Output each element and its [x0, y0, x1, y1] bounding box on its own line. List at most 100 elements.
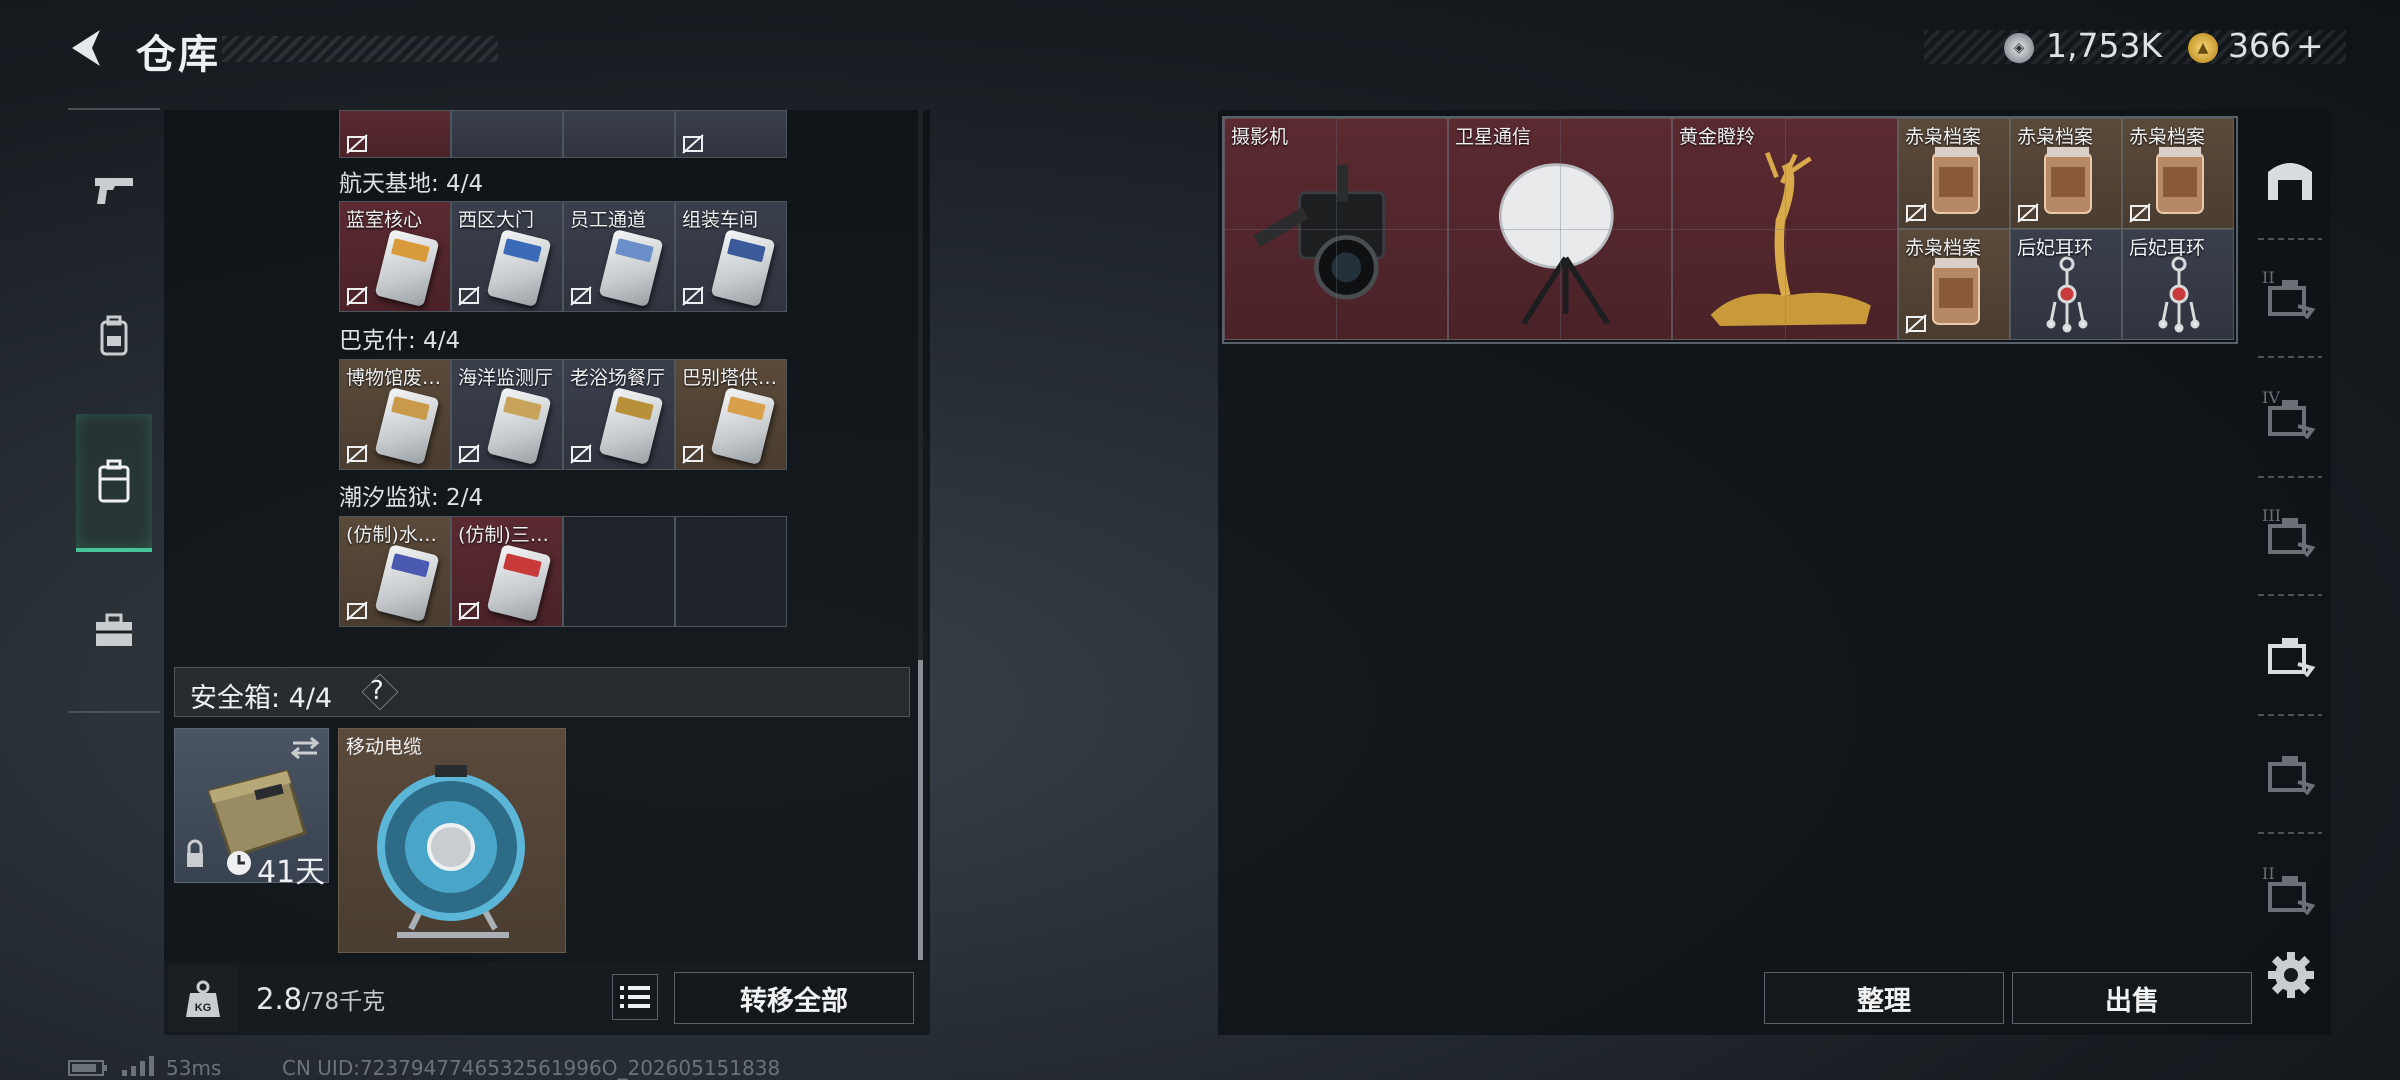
keycard-icon [598, 386, 664, 466]
keycard-slot[interactable]: 员工通道 [563, 201, 675, 312]
keycard-slot[interactable] [339, 110, 451, 158]
keycard-label: 老浴场餐厅 [570, 367, 666, 389]
user-uid: CN UID:7237947746532561996O_202605151838 [282, 1056, 781, 1080]
keycard-slot[interactable]: 博物馆废… [339, 359, 451, 470]
keycard-slot[interactable]: (仿制)三… [451, 516, 563, 627]
signal-icon [122, 1056, 154, 1076]
empty-slot[interactable] [563, 516, 675, 627]
capacity-weight: 2.8/78千克 [256, 982, 385, 1016]
tab-separator [2258, 356, 2322, 358]
keycard-slot[interactable]: 蓝室核心 [339, 201, 451, 312]
storage-item[interactable]: 赤枭档案 [2122, 118, 2234, 229]
keycard-slot[interactable] [563, 110, 675, 158]
item-label: 后妃耳环 [2129, 237, 2206, 259]
toolbox-icon [96, 613, 132, 646]
storage-item[interactable]: 赤枭档案 [2010, 118, 2122, 229]
no-trade-icon [458, 601, 480, 621]
storage-active-icon [2268, 638, 2316, 678]
no-trade-icon [458, 286, 480, 306]
storage-tab-3[interactable]: IV [2252, 378, 2328, 454]
weight-icon-text: KG [195, 1002, 212, 1014]
keycard-icon [486, 228, 552, 308]
back-arrow-icon[interactable] [62, 24, 110, 72]
nav-toolbox[interactable] [76, 584, 152, 676]
safe-case-icon [98, 459, 130, 503]
no-trade-icon [346, 601, 368, 621]
page-title: 仓库 [136, 32, 220, 78]
storage-item[interactable]: 卫星通信 [1448, 118, 1672, 340]
storage-tab-1[interactable] [2252, 140, 2328, 216]
keycard-label: (仿制)水… [346, 524, 437, 546]
backpack-icon [100, 315, 128, 356]
item-label: 赤枭档案 [2129, 126, 2206, 148]
no-trade-icon [1905, 203, 1927, 223]
keycard-slot[interactable]: 组装车间 [675, 201, 787, 312]
keycard-label: 组装车间 [682, 209, 759, 231]
keycard-slot[interactable]: 巴别塔供… [675, 359, 787, 470]
nav-safe-case[interactable] [76, 414, 152, 552]
settings-gear-icon[interactable] [2264, 948, 2318, 1002]
tab-separator [2258, 594, 2322, 596]
weight-icon: KG [168, 966, 238, 1032]
storage-item[interactable]: 黄金瞪羚 [1672, 118, 1898, 340]
help-button[interactable]: ? [370, 676, 384, 706]
keycard-slot[interactable]: 老浴场餐厅 [563, 359, 675, 470]
item-label: 黄金瞪羚 [1679, 126, 1756, 148]
sort-button[interactable]: 整理 [1764, 972, 2004, 1024]
add-currency-button[interactable]: + [2296, 26, 2324, 65]
keycard-slot[interactable]: 西区大门 [451, 201, 563, 312]
keycard-slot[interactable] [451, 110, 563, 158]
transfer-all-button[interactable]: 转移全部 [674, 972, 914, 1024]
keycard-icon [710, 386, 776, 466]
currency-gold-amount: 366 [2228, 26, 2291, 65]
keycard-slot[interactable]: (仿制)水… [339, 516, 451, 627]
no-trade-icon [2017, 203, 2039, 223]
storage-item[interactable]: 赤枭档案 [1898, 118, 2010, 229]
storage-dim-icon [2268, 756, 2316, 796]
tab-separator [2258, 714, 2322, 716]
sell-button[interactable]: 出售 [2012, 972, 2252, 1024]
keycard-icon [374, 228, 440, 308]
storage-item[interactable]: 赤枭档案 [1898, 229, 2010, 340]
keycard-label: 西区大门 [458, 209, 535, 231]
container-icon [2268, 163, 2312, 200]
storage-tab-7[interactable]: II [2252, 854, 2328, 930]
storage-item[interactable]: 摄影机 [1224, 118, 1448, 340]
no-trade-icon [682, 134, 704, 154]
keycard-icon [374, 386, 440, 466]
nav-backpack[interactable] [76, 290, 152, 382]
safe-case-item[interactable]: 41天 [174, 728, 329, 890]
currency-silver-amount: 1,753K [2046, 26, 2163, 65]
list-icon [620, 986, 650, 1008]
keycard-icon [486, 386, 552, 466]
item-label: 赤枭档案 [1905, 126, 1982, 148]
tab-separator [2258, 832, 2322, 834]
no-trade-icon [1905, 314, 1927, 334]
scrollbar-thumb[interactable] [918, 660, 923, 960]
storage-item[interactable]: 后妃耳环 [2010, 229, 2122, 340]
no-trade-icon [458, 444, 480, 464]
tab-tier-label: II [2262, 864, 2275, 883]
battery-icon [68, 1060, 107, 1076]
storage-tab-6[interactable] [2252, 734, 2328, 810]
gold-coin-icon: ▲ [2188, 33, 2218, 63]
storage-item[interactable]: 后妃耳环 [2122, 229, 2234, 340]
storage-tab-5[interactable] [2252, 616, 2328, 692]
no-trade-icon [346, 286, 368, 306]
keycard-slot[interactable]: 海洋监测厅 [451, 359, 563, 470]
no-trade-icon [346, 134, 368, 154]
keycard-label: 博物馆废… [346, 367, 442, 389]
keycard-slot[interactable] [675, 110, 787, 158]
keycard-group-title: 潮汐监狱: 2/4 [339, 485, 484, 511]
keycard-icon [486, 543, 552, 623]
storage-tab-4[interactable]: III [2252, 496, 2328, 572]
storage-tab-2[interactable]: II [2252, 258, 2328, 334]
no-trade-icon [682, 286, 704, 306]
empty-slot[interactable] [675, 516, 787, 627]
nav-weapons[interactable] [76, 144, 152, 236]
keycard-label: 员工通道 [570, 209, 647, 231]
tab-separator [2258, 476, 2322, 478]
item-mobile-cable[interactable] [338, 728, 566, 953]
item-label: 赤枭档案 [2017, 126, 2094, 148]
list-view-button[interactable] [612, 974, 658, 1020]
